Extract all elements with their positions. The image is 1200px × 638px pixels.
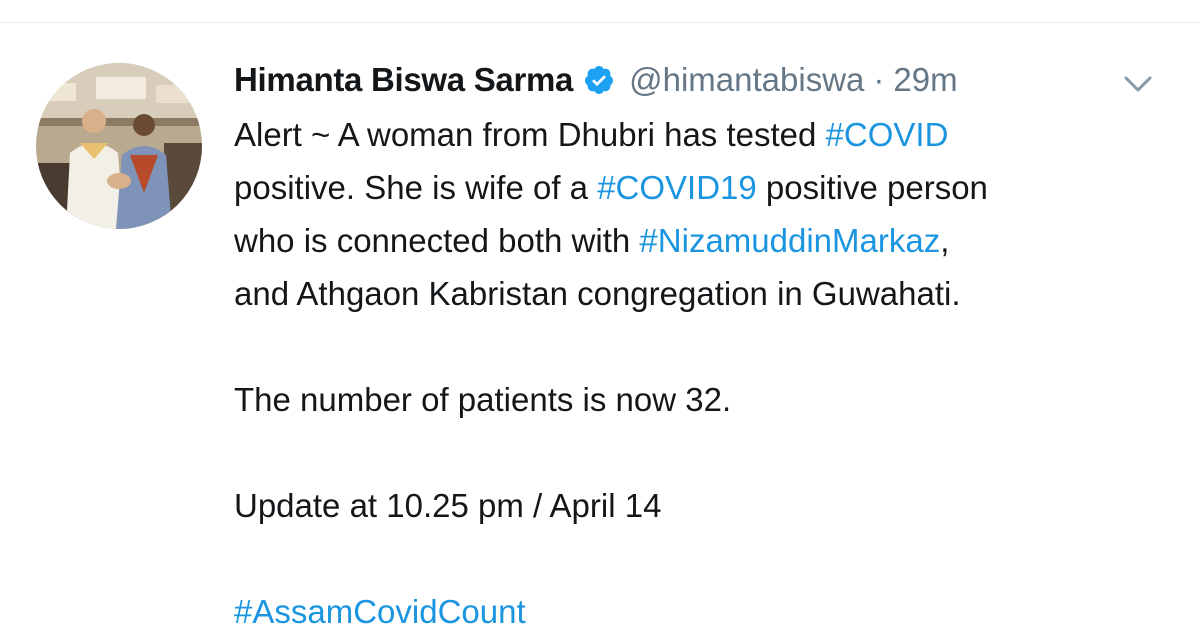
avatar[interactable] bbox=[36, 63, 202, 229]
line-break bbox=[234, 426, 1184, 479]
tweet-line: Alert ~ A woman from Dhubri has tested #… bbox=[234, 108, 1184, 161]
hashtag-link-assamcovidcount[interactable]: #AssamCovidCount bbox=[234, 593, 526, 630]
tweet-line: who is connected both with #NizamuddinMa… bbox=[234, 214, 1184, 267]
text-segment: who is connected both with bbox=[234, 222, 640, 259]
text-segment: The number of patients is now 32. bbox=[234, 381, 732, 418]
tweet-line: positive. She is wife of a #COVID19 posi… bbox=[234, 161, 1184, 214]
hashtag-link-covid19[interactable]: #COVID19 bbox=[597, 169, 757, 206]
text-segment: positive. She is wife of a bbox=[234, 169, 598, 206]
separator-dot: · bbox=[873, 61, 885, 98]
display-name[interactable]: Himanta Biswa Sarma bbox=[234, 61, 573, 99]
text-segment: positive person bbox=[756, 169, 988, 206]
tweet-line: Update at 10.25 pm / April 14 bbox=[234, 479, 1184, 532]
hashtag-link-covid[interactable]: #COVID bbox=[826, 116, 949, 153]
text-segment: and Athgaon Kabristan congregation in Gu… bbox=[234, 275, 961, 312]
tweet-header: Himanta Biswa Sarma @himantabiswa · 29m bbox=[234, 58, 958, 102]
top-divider bbox=[0, 22, 1200, 23]
verified-badge-icon bbox=[583, 64, 615, 96]
chevron-down-icon[interactable] bbox=[1118, 70, 1158, 96]
user-handle[interactable]: @himantabiswa bbox=[629, 61, 864, 99]
text-segment: Alert ~ A woman from Dhubri has tested bbox=[234, 116, 826, 153]
hashtag-link-nizamuddinmarkaz[interactable]: #NizamuddinMarkaz bbox=[639, 222, 940, 259]
text-segment: Update at 10.25 pm / April 14 bbox=[234, 487, 662, 524]
tweet-line: The number of patients is now 32. bbox=[234, 373, 1184, 426]
tweet-line: #AssamCovidCount bbox=[234, 585, 1184, 638]
line-break bbox=[234, 532, 1184, 585]
tweet-timestamp[interactable]: 29m bbox=[893, 61, 957, 99]
line-break bbox=[234, 320, 1184, 373]
avatar-photo bbox=[36, 63, 202, 229]
tweet-line: and Athgaon Kabristan congregation in Gu… bbox=[234, 267, 1184, 320]
tweet-text: Alert ~ A woman from Dhubri has tested #… bbox=[234, 108, 1184, 638]
text-segment: , bbox=[940, 222, 950, 259]
